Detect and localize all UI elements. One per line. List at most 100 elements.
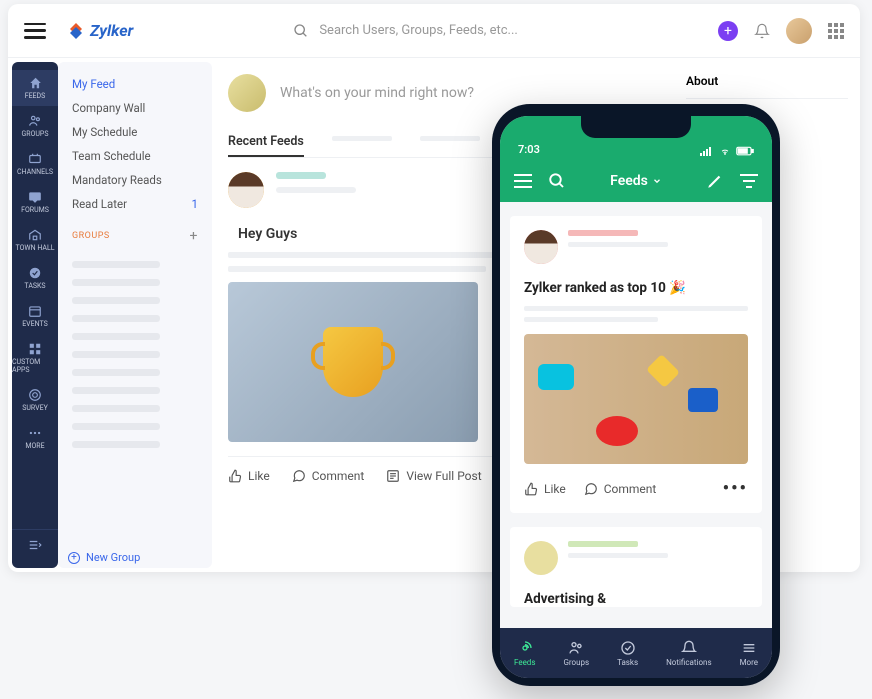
- mobile-like-button[interactable]: Like: [524, 482, 566, 496]
- nav-events[interactable]: EVENTS: [12, 298, 58, 334]
- brand-text: Zylker: [90, 21, 133, 40]
- battery-icon: [736, 146, 754, 156]
- mobile-author-avatar[interactable]: [524, 230, 558, 264]
- mobile-post-actions: Like Comment •••: [524, 464, 748, 499]
- side-mandatory-reads[interactable]: Mandatory Reads: [72, 168, 198, 192]
- text-placeholder: [228, 266, 486, 272]
- tab-placeholder: [332, 136, 392, 141]
- side-panel: My Feed Company Wall My Schedule Team Sc…: [58, 62, 212, 568]
- meta-placeholder: [568, 553, 668, 558]
- add-group-icon[interactable]: +: [190, 228, 198, 244]
- author-placeholder: [568, 230, 638, 236]
- text-placeholder: [524, 306, 748, 311]
- group-placeholder: [72, 369, 160, 376]
- tab-placeholder: [420, 136, 480, 141]
- mobile-nav-more[interactable]: More: [740, 640, 758, 667]
- mobile-nav-feeds[interactable]: Feeds: [514, 640, 535, 667]
- like-button[interactable]: Like: [228, 469, 270, 483]
- create-button[interactable]: +: [718, 21, 738, 41]
- group-placeholder: [72, 405, 160, 412]
- mobile-post-title: Zylker ranked as top 10 🎉: [524, 280, 748, 296]
- mobile-post-2: Advertising &: [510, 527, 762, 607]
- group-placeholder: [72, 315, 160, 322]
- meta-placeholder: [568, 242, 668, 247]
- filter-icon[interactable]: [740, 174, 758, 188]
- mobile-post-header: [524, 230, 748, 264]
- group-placeholder: [72, 387, 160, 394]
- nav-townhall[interactable]: TOWN HALL: [12, 222, 58, 258]
- mobile-more-button[interactable]: •••: [723, 478, 748, 499]
- mobile-title[interactable]: Feeds: [610, 173, 662, 189]
- mobile-time: 7:03: [518, 143, 540, 156]
- status-icons: [700, 146, 754, 156]
- post-trophy-image: [228, 282, 478, 442]
- meta-placeholder: [276, 187, 356, 193]
- nav-collapse[interactable]: [12, 529, 58, 560]
- nav-rail: FEEDS GROUPS CHANNELS FORUMS TOWN HALL T…: [12, 62, 58, 568]
- group-placeholder: [72, 261, 160, 268]
- compose-icon[interactable]: [706, 172, 724, 190]
- search-input[interactable]: Search Users, Groups, Feeds, etc...: [293, 23, 613, 39]
- mobile-nav: Feeds Groups Tasks Notifications More: [500, 628, 772, 678]
- nav-forums[interactable]: FORUMS: [12, 184, 58, 220]
- search-placeholder: Search Users, Groups, Feeds, etc...: [319, 23, 518, 38]
- wifi-icon: [718, 146, 732, 156]
- mobile-author-avatar[interactable]: [524, 541, 558, 575]
- comment-button[interactable]: Comment: [292, 469, 365, 483]
- new-group-button[interactable]: + New Group: [68, 551, 140, 564]
- nav-tasks[interactable]: TASKS: [12, 260, 58, 296]
- mobile-nav-tasks[interactable]: Tasks: [617, 640, 638, 667]
- author-placeholder: [568, 541, 638, 547]
- apps-icon[interactable]: [828, 23, 844, 39]
- mobile-post-image: [524, 334, 748, 464]
- tab-recent-feeds[interactable]: Recent Feeds: [228, 128, 304, 157]
- side-team-schedule[interactable]: Team Schedule: [72, 144, 198, 168]
- menu-icon[interactable]: [24, 23, 46, 39]
- group-placeholder: [72, 297, 160, 304]
- mobile-menu-icon[interactable]: [514, 174, 532, 188]
- nav-survey[interactable]: SURVEY: [12, 382, 58, 418]
- search-icon: [293, 23, 309, 39]
- text-placeholder: [524, 317, 658, 322]
- side-read-later[interactable]: Read Later1: [72, 192, 198, 216]
- group-placeholder: [72, 279, 160, 286]
- user-avatar[interactable]: [786, 18, 812, 44]
- mobile-comment-button[interactable]: Comment: [584, 482, 657, 496]
- nav-channels[interactable]: CHANNELS: [12, 146, 58, 182]
- nav-feeds[interactable]: FEEDS: [12, 70, 58, 106]
- view-full-post-button[interactable]: View Full Post: [386, 469, 481, 483]
- brand-logo[interactable]: Zylker: [66, 21, 133, 41]
- side-my-schedule[interactable]: My Schedule: [72, 120, 198, 144]
- composer-placeholder: What's on your mind right now?: [280, 85, 474, 101]
- group-placeholder: [72, 333, 160, 340]
- mobile-nav-groups[interactable]: Groups: [563, 640, 589, 667]
- side-groups-header: GROUPS+: [72, 216, 198, 250]
- trophy-icon: [323, 327, 383, 397]
- top-bar: Zylker Search Users, Groups, Feeds, etc.…: [8, 4, 860, 58]
- top-actions: +: [718, 18, 844, 44]
- mobile-post-2-title: Advertising &: [524, 591, 748, 607]
- mobile-search-icon[interactable]: [548, 172, 566, 190]
- nav-groups[interactable]: GROUPS: [12, 108, 58, 144]
- plus-icon: +: [68, 552, 80, 564]
- group-placeholder: [72, 441, 160, 448]
- mobile-header: Feeds: [500, 160, 772, 202]
- phone-screen: 7:03 Feeds: [500, 116, 772, 678]
- nav-more[interactable]: MORE: [12, 420, 58, 456]
- notifications-icon[interactable]: [754, 22, 770, 40]
- side-company-wall[interactable]: Company Wall: [72, 96, 198, 120]
- nav-custom-apps[interactable]: CUSTOM APPS: [12, 336, 58, 380]
- author-placeholder: [276, 172, 326, 179]
- group-placeholder: [72, 423, 160, 430]
- read-later-badge: 1: [192, 197, 198, 211]
- about-title: About: [686, 74, 848, 99]
- mobile-body: Zylker ranked as top 10 🎉 Like Comment •…: [500, 202, 772, 628]
- signal-icon: [700, 146, 714, 156]
- post-author-avatar[interactable]: [228, 172, 264, 208]
- composer-avatar: [228, 74, 266, 112]
- mobile-mockup: 7:03 Feeds: [492, 104, 780, 686]
- side-my-feed[interactable]: My Feed: [72, 72, 198, 96]
- mobile-post: Zylker ranked as top 10 🎉 Like Comment •…: [510, 216, 762, 513]
- group-placeholder: [72, 351, 160, 358]
- mobile-nav-notifications[interactable]: Notifications: [666, 640, 711, 667]
